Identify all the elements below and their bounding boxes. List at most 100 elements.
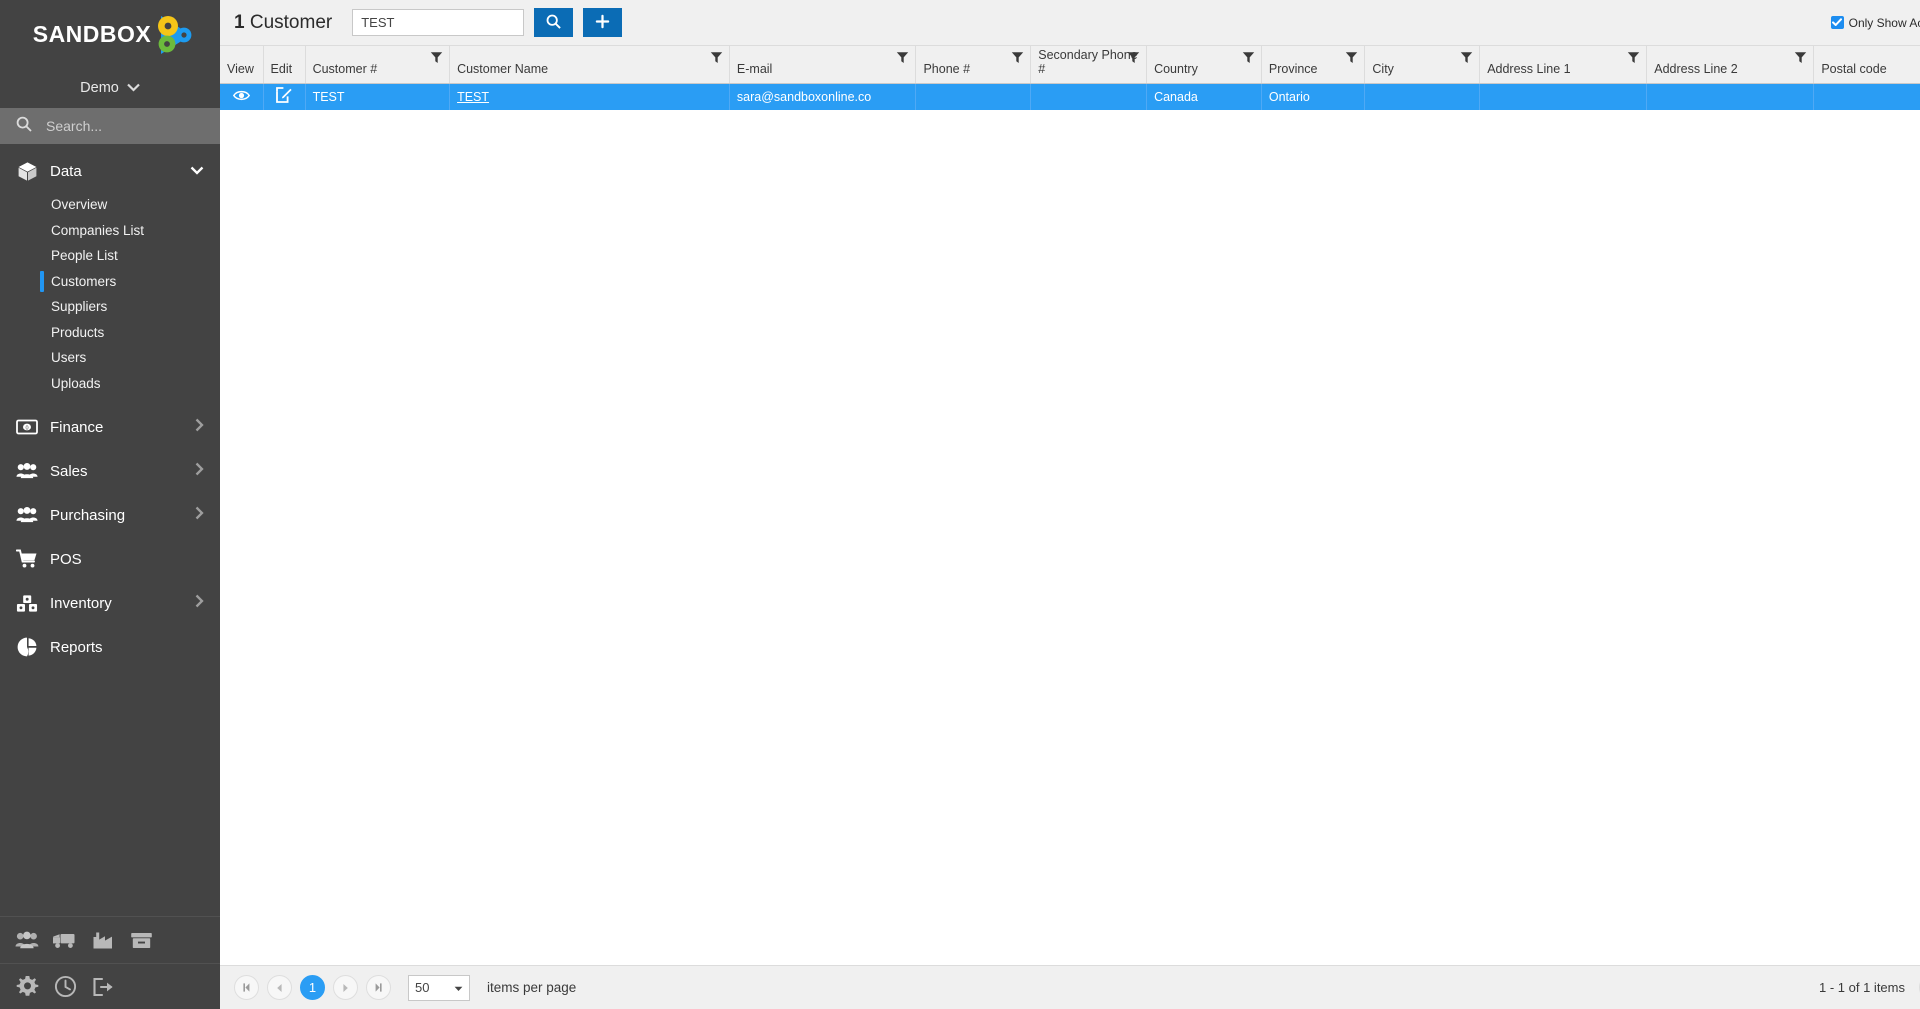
sidebar-group-label: Purchasing (50, 506, 126, 524)
column-label: Edit (270, 61, 293, 76)
sidebar-item-customers[interactable]: Customers (0, 269, 220, 295)
column-header-address-line-1[interactable]: Address Line 1 (1479, 46, 1648, 84)
column-header-phone[interactable]: Phone # (915, 46, 1032, 84)
column-label: Customer Name (457, 61, 549, 76)
table-header-row: View Edit Customer # Customer Name E-mai… (220, 46, 1920, 84)
column-label: Secondary Phone # (1038, 47, 1138, 76)
org-switcher[interactable]: Demo (0, 68, 220, 108)
cell-secondary-phone (1030, 83, 1148, 110)
sidebar-search-input[interactable] (44, 117, 204, 135)
cell-country: Canada (1146, 83, 1262, 110)
sidebar-item-users[interactable]: Users (0, 345, 220, 371)
cell-address-line-1 (1479, 83, 1648, 110)
truck-icon[interactable] (52, 927, 78, 953)
column-header-customer-number[interactable]: Customer # (305, 46, 451, 84)
column-header-edit[interactable]: Edit (263, 46, 306, 84)
sidebar-item-products[interactable]: Products (0, 320, 220, 346)
edit-pencil-icon[interactable] (276, 87, 292, 104)
row-edit-cell[interactable] (263, 83, 306, 110)
column-label: Customer # (312, 61, 378, 76)
column-header-province[interactable]: Province (1261, 46, 1366, 84)
sidebar-item-label: Customers (51, 273, 117, 289)
search-button[interactable] (534, 8, 574, 37)
row-view-cell[interactable] (220, 83, 264, 110)
column-header-view[interactable]: View (220, 46, 264, 84)
filter-icon[interactable] (1127, 51, 1140, 67)
column-label: Country (1154, 61, 1198, 76)
page-size-select[interactable]: 50 (408, 974, 470, 1001)
chevron-right-icon (195, 418, 204, 437)
sidebar-group-pos[interactable]: POS (0, 540, 220, 578)
filter-icon[interactable] (1794, 51, 1807, 67)
filter-icon[interactable] (1345, 51, 1358, 67)
filter-icon[interactable] (1627, 51, 1640, 67)
column-header-postal-code[interactable]: Postal code (1813, 46, 1920, 84)
factory-icon[interactable] (90, 927, 116, 953)
sidebar-group-purchasing[interactable]: Purchasing (0, 496, 220, 534)
customers-table: View Edit Customer # Customer Name E-mai… (220, 46, 1920, 110)
sidebar-item-uploads[interactable]: Uploads (0, 371, 220, 397)
people-group-icon (16, 504, 38, 526)
main-content: 1 Customer TEST Only Show A View Edit Cu… (220, 0, 1920, 1009)
eye-icon[interactable] (232, 89, 250, 102)
customers-grid: View Edit Customer # Customer Name E-mai… (220, 46, 1920, 965)
table-body: TEST TEST sara@sandboxonline.co Canada O… (220, 83, 1920, 110)
people-group-icon[interactable] (14, 927, 40, 953)
sidebar-search[interactable] (0, 108, 220, 144)
only-show-active-label: Only Show Active (1848, 15, 1920, 30)
filter-icon[interactable] (430, 51, 443, 67)
sidebar-group-reports[interactable]: Reports (0, 628, 220, 666)
column-label: Address Line 1 (1487, 61, 1571, 76)
sidebar-item-suppliers[interactable]: Suppliers (0, 294, 220, 320)
filter-icon[interactable] (1460, 51, 1473, 67)
sidebar-group-finance[interactable]: 0 Finance (0, 408, 220, 446)
customer-name-link[interactable]: TEST (457, 90, 489, 104)
table-row[interactable]: TEST TEST sara@sandboxonline.co Canada O… (220, 83, 1920, 110)
gear-icon[interactable] (14, 974, 40, 1000)
sidebar-item-overview[interactable]: Overview (0, 192, 220, 218)
page-prev-button[interactable] (267, 975, 292, 1000)
filter-icon[interactable] (710, 51, 723, 67)
filter-icon[interactable] (1011, 51, 1024, 67)
page-next-button[interactable] (333, 975, 358, 1000)
sidebar-item-people-list[interactable]: People List (0, 243, 220, 269)
cell-email: sara@sandboxonline.co (729, 83, 917, 110)
toolbar: 1 Customer TEST Only Show A (220, 0, 1920, 46)
brand[interactable]: SANDBOX (0, 0, 220, 68)
cell-customer-name[interactable]: TEST (449, 83, 730, 110)
column-header-address-line-2[interactable]: Address Line 2 (1646, 46, 1815, 84)
clock-history-icon[interactable] (52, 974, 78, 1000)
page-number-1[interactable]: 1 (300, 975, 325, 1000)
filter-icon[interactable] (1242, 51, 1255, 67)
sidebar-group-label: Sales (50, 462, 88, 480)
only-show-active-group[interactable]: Only Show Active (1830, 15, 1920, 30)
sidebar-group-label: Reports (50, 638, 103, 656)
filter-icon[interactable] (896, 51, 909, 67)
sidebar-group-label: Finance (50, 418, 104, 436)
column-header-secondary-phone[interactable]: Secondary Phone # (1030, 46, 1148, 84)
sidebar-group-sales[interactable]: Sales (0, 452, 220, 490)
column-header-customer-name[interactable]: Customer Name (449, 46, 730, 84)
page-last-button[interactable] (366, 975, 391, 1000)
sidebar-item-label: Suppliers (51, 299, 108, 315)
sidebar-subnav-data: Overview Companies List People List Cust… (0, 190, 220, 402)
column-header-country[interactable]: Country (1146, 46, 1262, 84)
add-customer-button[interactable] (583, 8, 623, 37)
only-show-active-checkbox[interactable] (1830, 16, 1844, 29)
chevron-down-icon (190, 162, 204, 180)
column-header-email[interactable]: E-mail (729, 46, 917, 84)
logout-icon[interactable] (90, 974, 116, 1000)
page-first-button[interactable] (234, 975, 259, 1000)
sidebar-group-data[interactable]: Data (0, 152, 220, 190)
sidebar-item-label: Uploads (51, 375, 101, 391)
sidebar-group-inventory[interactable]: Inventory (0, 584, 220, 622)
archive-box-icon[interactable] (128, 927, 154, 953)
search-input[interactable] (352, 9, 525, 36)
pagination-bar: 1 50 items per page 1 - 1 of 1 items (220, 965, 1920, 1009)
column-header-city[interactable]: City (1364, 46, 1481, 84)
sidebar-quick-icons-row-1 (0, 917, 220, 963)
sidebar-item-label: Users (51, 350, 87, 366)
sidebar-item-label: People List (51, 248, 118, 264)
sidebar-item-companies-list[interactable]: Companies List (0, 218, 220, 244)
pagination-summary: 1 - 1 of 1 items (1819, 974, 1920, 1001)
